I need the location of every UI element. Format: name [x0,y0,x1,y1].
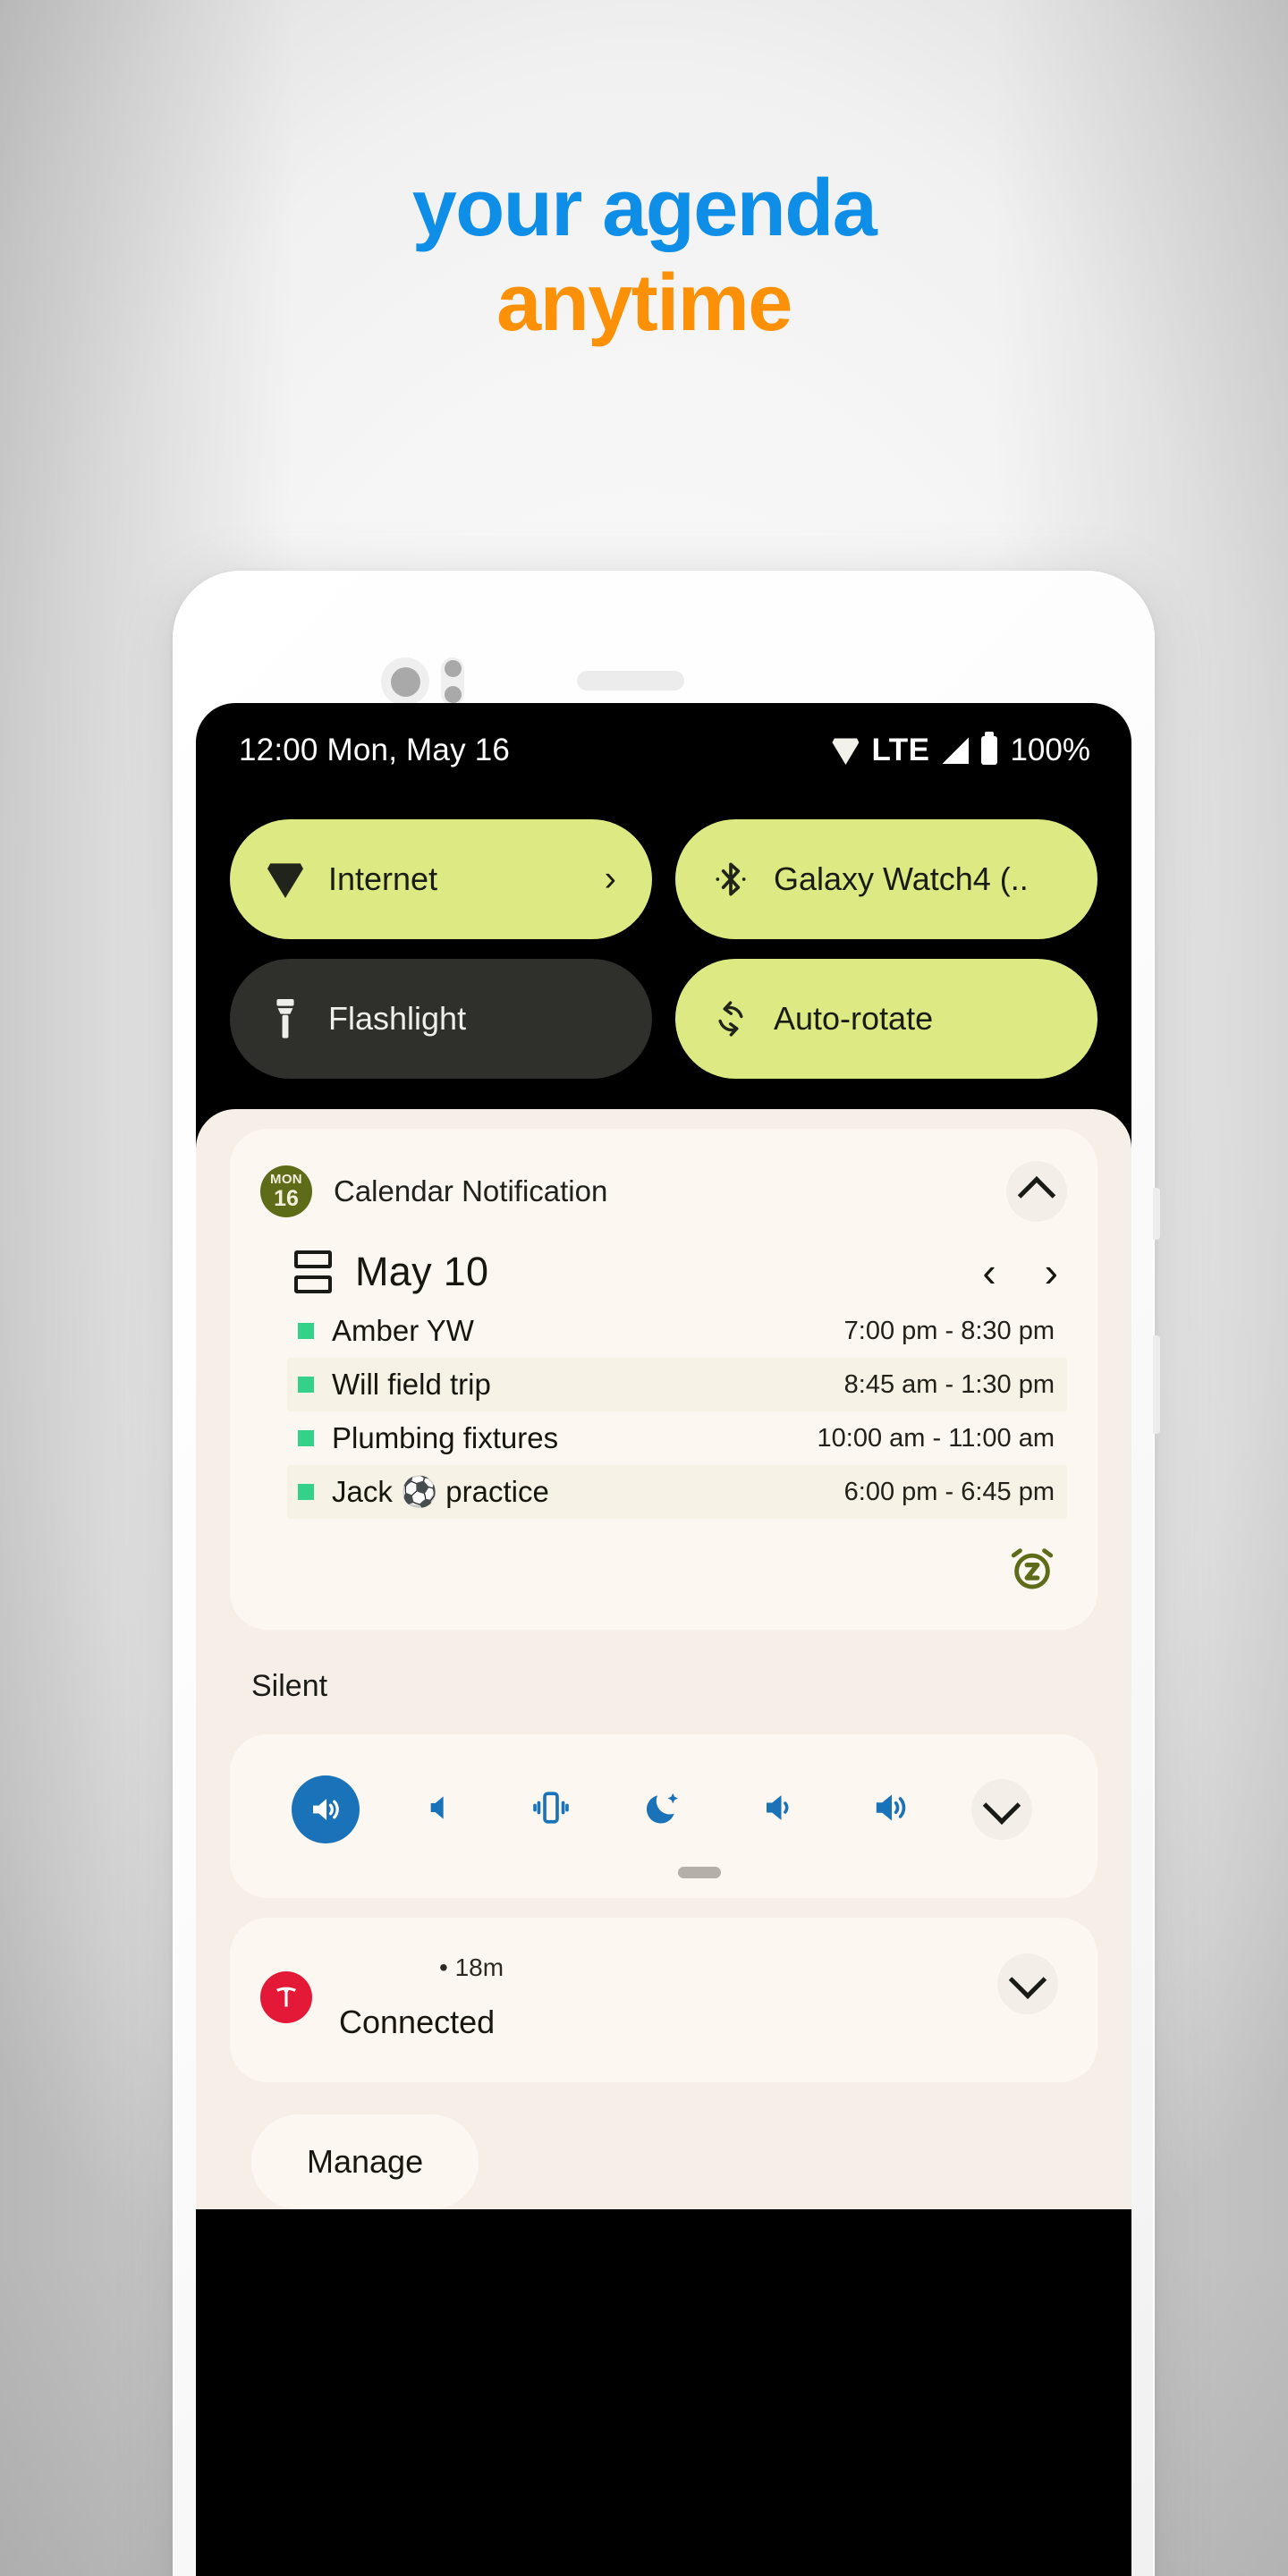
chevron-up-icon [1017,1176,1056,1215]
event-color-marker [298,1323,314,1339]
status-bar-time: 12:00 Mon, May 16 [239,733,511,767]
sensor-dots-icon [441,657,464,706]
event-time: 8:45 am - 1:30 pm [843,1369,1055,1399]
notification-footer: Manage [230,2082,1097,2209]
table-row[interactable]: Amber YW 7:00 pm - 8:30 pm [287,1304,1067,1358]
silent-section-label: Silent [251,1669,328,1703]
tesla-notification-status: Connected [339,2004,496,2040]
phone-screen: 12:00 Mon, May 16 LTE 100% Internet › Ga… [196,703,1131,2576]
volume-low-icon [757,1787,796,1833]
notification-shade: MON 16 Calendar Notification May 10 ‹ › [196,1109,1131,2209]
chevron-down-icon [971,1779,1032,1840]
signal-icon [942,737,970,764]
calendar-notification-title: Calendar Notification [334,1174,608,1208]
volume-ring-button[interactable] [269,1775,382,1843]
volume-high-icon [869,1787,910,1833]
event-color-marker [298,1430,314,1446]
phone-mockup: 12:00 Mon, May 16 LTE 100% Internet › Ga… [173,571,1160,2576]
bluetooth-icon [711,860,750,899]
calendar-app-icon: MON 16 [260,1165,312,1217]
quick-settings-grid: Internet › Galaxy Watch4 (.. Flashlight … [196,798,1131,1109]
event-color-marker [298,1377,314,1393]
chevron-down-icon [1008,1961,1047,1999]
chevron-right-icon[interactable]: › [605,860,616,900]
volume-high-button[interactable] [833,1787,945,1833]
volume-controls-row [230,1734,1097,1867]
battery-icon [981,732,998,765]
quick-tile-flashlight[interactable]: Flashlight [230,959,652,1079]
wifi-icon [266,860,305,899]
quick-tile-bluetooth[interactable]: Galaxy Watch4 (.. [675,819,1097,939]
event-title: Jack ⚽ practice [332,1474,549,1508]
quick-tile-label: Internet [328,860,438,897]
wifi-icon [832,738,860,765]
tesla-notification-timestamp: • 18m [439,1953,504,1981]
volume-ring-icon [292,1775,360,1843]
vibrate-button[interactable] [495,1787,607,1833]
next-day-button[interactable]: › [1045,1251,1058,1292]
calendar-notification-card[interactable]: MON 16 Calendar Notification May 10 ‹ › [230,1129,1097,1630]
headline-line-2: anytime [496,258,792,348]
status-bar: 12:00 Mon, May 16 LTE 100% [196,703,1131,798]
event-time: 7:00 pm - 8:30 pm [843,1316,1055,1345]
flashlight-icon [266,998,305,1038]
battery-percent-label: 100% [1010,733,1090,767]
tesla-notification-card[interactable]: • 18m Connected [230,1918,1097,2082]
volume-controls-card [230,1734,1097,1898]
event-time: 6:00 pm - 6:45 pm [843,1477,1055,1506]
event-time: 10:00 am - 11:00 am [817,1423,1055,1453]
calendar-icon-day: 16 [274,1186,299,1211]
quick-tile-internet[interactable]: Internet › [230,819,652,939]
table-row[interactable]: Plumbing fixtures 10:00 am - 11:00 am [287,1411,1067,1465]
expand-volume-button[interactable] [945,1779,1058,1840]
snooze-alarm-icon[interactable] [1006,1542,1058,1594]
do-not-disturb-moon-icon [644,1787,683,1833]
previous-day-button[interactable]: ‹ [982,1251,996,1292]
quick-tile-label: Galaxy Watch4 (.. [774,860,1029,897]
quick-tile-auto-rotate[interactable]: Auto-rotate [675,959,1097,1079]
status-bar-indicators: LTE 100% [832,732,1090,768]
table-row[interactable]: Will field trip 8:45 am - 1:30 pm [287,1358,1067,1411]
agenda-view-icon[interactable] [294,1250,332,1293]
vibrate-icon [531,1787,571,1833]
volume-mute-icon [420,1788,456,1832]
collapse-notification-button[interactable] [1006,1161,1067,1222]
volume-mute-button[interactable] [382,1788,495,1832]
front-camera-icon [381,657,429,706]
do-not-disturb-button[interactable] [607,1787,720,1833]
calendar-icon-weekday: MON [270,1172,302,1187]
event-color-marker [298,1484,314,1500]
auto-rotate-icon [711,999,750,1038]
earpiece-speaker-icon [577,671,684,691]
phone-power-button[interactable] [1153,1188,1160,1240]
calendar-event-list: Amber YW 7:00 pm - 8:30 pm Will field tr… [230,1304,1097,1519]
event-title: Will field trip [332,1368,491,1401]
event-title: Amber YW [332,1314,474,1347]
phone-volume-button[interactable] [1153,1335,1160,1434]
date-nav-group: ‹ › [982,1251,1058,1292]
shade-drag-handle[interactable] [678,1867,721,1878]
event-title: Plumbing fixtures [332,1421,559,1454]
calendar-date-title: May 10 [355,1249,489,1294]
volume-low-button[interactable] [720,1787,833,1833]
quick-tile-label: Auto-rotate [774,1000,934,1037]
manage-button[interactable]: Manage [251,2114,479,2209]
expand-tesla-notification-button[interactable] [997,1953,1058,2014]
snooze-action-row [230,1519,1097,1630]
marketing-headline: your agenda anytime [0,164,1288,348]
calendar-date-navigation: May 10 ‹ › [230,1229,1097,1304]
tesla-logo-icon [260,1971,312,2023]
table-row[interactable]: Jack ⚽ practice 6:00 pm - 6:45 pm [287,1465,1067,1519]
headline-line-1: your agenda [411,164,877,253]
quick-tile-label: Flashlight [328,1000,467,1037]
calendar-notification-header: MON 16 Calendar Notification [230,1129,1097,1229]
network-type-label: LTE [871,733,930,767]
tesla-notification-body: • 18m Connected [339,1953,997,2041]
